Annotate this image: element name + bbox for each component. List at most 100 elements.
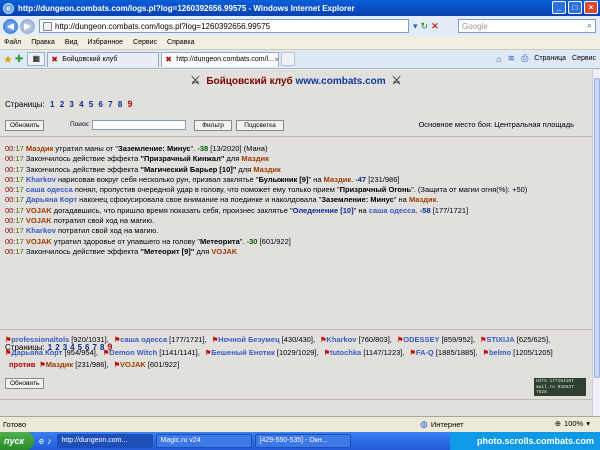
fighter-name[interactable]: Ночной Безумец [218,335,279,344]
fighter-name[interactable]: Бешеный Енотик [211,348,275,357]
start-button[interactable]: пуск [0,432,34,450]
fighter-name[interactable]: tutochka [330,348,361,357]
player-name[interactable]: VOJAK [26,237,52,246]
chevron-down-icon: ▾ [586,419,590,428]
player-name[interactable]: Маздик [253,165,280,174]
page-link-7[interactable]: 7 [108,100,112,109]
menu-view[interactable]: Вид [65,39,78,46]
add-favorite-icon[interactable]: ✚ [15,54,23,65]
favorites-star-icon[interactable]: ★ [3,53,13,66]
task-ie[interactable]: http://dungeon.com... [56,434,153,448]
fighter-name[interactable]: VOJAK [120,360,146,369]
fighter: ⚑саша одесса [177/1721], [114,335,207,344]
page-link-3[interactable]: 3 [69,100,73,109]
task-magic[interactable]: Magic.ru v24 [155,434,252,448]
fighter-name[interactable]: Маздик [46,360,73,369]
tools-menu[interactable]: Сервис [572,55,596,62]
ie-icon[interactable]: e [39,436,44,446]
search-box[interactable]: Google ⌕ [458,19,596,33]
page-link-1[interactable]: 1 [48,343,52,352]
tab-club[interactable]: ✖ Бойцовский клуб [47,51,160,67]
log-time: 00: [5,164,16,174]
log-controls: Обновить Поиск: Фильтр Подсветка Основно… [0,118,592,134]
page-link-8[interactable]: 8 [118,100,122,109]
player-name[interactable]: Kharkov [26,175,56,184]
tab-log[interactable]: ✖ http://dungeon.combats.com/l... ✕ [161,51,280,67]
tab-close-icon[interactable]: ✕ [274,56,278,64]
player-name[interactable]: VOJAK [211,247,237,256]
player-name[interactable]: Kharkov [26,226,56,235]
log-time: 00: [5,154,16,164]
log-time: 00: [5,226,16,236]
club-tab-icon: ✖ [165,54,172,64]
menu-file[interactable]: Файл [4,39,21,46]
menu-favorites[interactable]: Избранное [88,39,123,46]
page-menu[interactable]: Страница [534,55,566,62]
menu-tools[interactable]: Сервис [133,39,157,46]
hit-counter[interactable]: HITS 177194107 mail.ru 036637 7626 [534,378,586,396]
home-icon[interactable]: ⌂ [496,54,501,64]
scrollbar-thumb[interactable] [594,78,600,378]
fighter-name[interactable]: STIXIJA [486,335,514,344]
page-link-4[interactable]: 4 [79,100,83,109]
page-link-4[interactable]: 4 [70,343,74,352]
search-icon[interactable]: ⌕ [587,20,592,31]
zoom-control[interactable]: ⊕ 100% ▾ [555,419,590,428]
task-icq[interactable]: [429-550-535] - Окн... [254,434,351,448]
feeds-icon[interactable]: ≋ [508,53,516,64]
player-name[interactable]: VOJAK [26,216,52,225]
quick-tabs-icon[interactable]: ▦ [27,52,46,66]
page-link-7[interactable]: 7 [93,343,97,352]
log-line: 00:17 Дарьяна Корт наконец сфокусировала… [5,195,587,205]
page-link-1[interactable]: 1 [50,100,54,109]
fighter-name[interactable]: Demon Witch [109,348,157,357]
page-link-2[interactable]: 2 [60,100,64,109]
player-name[interactable]: Маздик [409,195,436,204]
back-button[interactable]: ◀ [3,18,18,34]
print-icon[interactable]: ⎙ [521,53,528,64]
header-site-link[interactable]: www.combats.com [295,76,385,87]
refresh-button-bottom[interactable]: Обновить [5,378,45,389]
fighter-name[interactable]: Kharkov [326,335,356,344]
vertical-scrollbar[interactable] [592,70,600,416]
page-link-3[interactable]: 3 [63,343,67,352]
page-link-6[interactable]: 6 [85,343,89,352]
fighter-hp: [231/986], [73,360,109,369]
player-name[interactable]: Маздик [241,154,268,163]
player-name[interactable]: VOJAK [26,206,52,215]
maximize-button[interactable]: □ [568,1,582,14]
player-name[interactable]: Маздик [324,175,351,184]
player-name[interactable]: Дарьяна Корт [26,195,77,204]
stop-icon[interactable]: ✕ [431,21,439,32]
menu-edit[interactable]: Правка [31,39,55,46]
page-link-5[interactable]: 5 [78,343,82,352]
dropdown-arrow-icon[interactable]: ▾ [413,21,418,32]
address-field[interactable]: http://dungeon.combats.com/logs.pl?log=1… [39,19,409,33]
player-name[interactable]: саша одесса [369,206,416,215]
filter-button[interactable]: Фильтр [194,120,232,131]
player-name[interactable]: саша одесса [26,185,73,194]
refresh-icon[interactable]: ↻ [421,21,429,32]
page-link-6[interactable]: 6 [98,100,102,109]
page-link-8[interactable]: 8 [100,343,104,352]
player-name[interactable]: Маздик [26,144,53,153]
log-time-minutes: 17 [15,195,26,205]
new-tab-button[interactable] [281,52,296,66]
minimize-button[interactable]: _ [552,1,566,14]
close-button[interactable]: × [584,1,598,14]
window-title: http://dungeon.combats.com/logs.pl?log=1… [18,3,355,13]
fighter-name[interactable]: FA-Q [416,348,434,357]
refresh-button[interactable]: Обновить [5,120,45,131]
highlight-button[interactable]: Подсветка [236,120,284,131]
page-link-2[interactable]: 2 [55,343,59,352]
log-text: утратил маны от " [53,144,119,153]
page-link-5[interactable]: 5 [89,100,93,109]
media-icon[interactable]: ♪ [47,436,52,446]
taskbar: пуск e ♪ http://dungeon.com... Magic.ru … [0,432,600,450]
fighter-name[interactable]: ODESSEY [403,335,439,344]
menu-help[interactable]: Справка [167,39,194,46]
fighter-name[interactable]: belmo [489,348,511,357]
log-search-input[interactable] [92,120,186,130]
forward-button[interactable]: ▶ [20,18,35,34]
fighter-name[interactable]: саша одесса [120,335,167,344]
